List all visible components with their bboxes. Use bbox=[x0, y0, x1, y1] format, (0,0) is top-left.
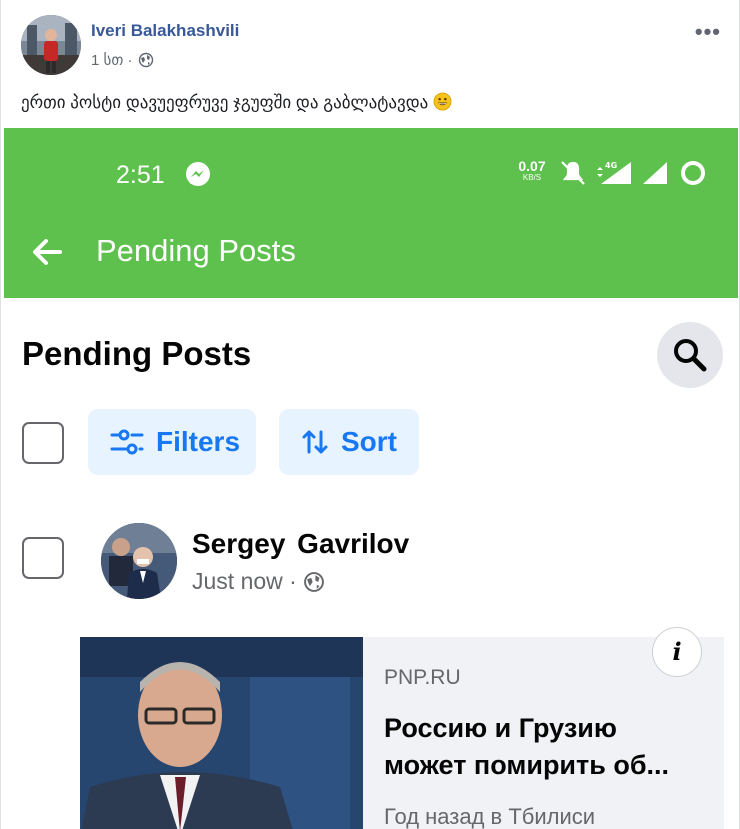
link-description: Год назад в Тбилиси bbox=[384, 804, 596, 829]
info-icon[interactable]: i bbox=[652, 627, 702, 677]
signal-4g-icon: 4G bbox=[597, 161, 631, 184]
link-domain: PNP.RU bbox=[384, 666, 461, 689]
status-time: 2:51 bbox=[116, 161, 165, 189]
filters-button[interactable]: Filters bbox=[88, 409, 256, 475]
post-meta: 1 სთ · bbox=[91, 51, 154, 69]
select-all-checkbox[interactable] bbox=[22, 422, 64, 464]
search-icon bbox=[674, 339, 707, 372]
post-author-name[interactable]: Iveri Balakhashvili bbox=[91, 21, 239, 41]
network-speed-value: 0.07 bbox=[518, 158, 546, 174]
sort-button[interactable]: Sort bbox=[279, 409, 419, 475]
link-preview-card[interactable]: PNP.RU Россию и Грузию может помирить об… bbox=[80, 627, 724, 829]
network-speed: 0.07 KB/S bbox=[514, 159, 550, 182]
post-timestamp[interactable]: 1 სთ · bbox=[91, 51, 133, 69]
author-photo bbox=[21, 15, 81, 75]
attached-screenshot[interactable]: 2:51 0.07 KB/S 4G Pending Posts Pending … bbox=[4, 128, 738, 829]
link-photo bbox=[80, 637, 363, 829]
facebook-post: Iveri Balakhashvili 1 სთ · ••• ერთი პოსტ… bbox=[0, 0, 740, 829]
post-header: Iveri Balakhashvili 1 სთ · ••• bbox=[21, 15, 721, 77]
poster-meta: Just now · bbox=[192, 568, 325, 595]
more-options-icon[interactable]: ••• bbox=[695, 19, 721, 45]
network-speed-unit: KB/S bbox=[522, 173, 542, 182]
search-button[interactable] bbox=[657, 322, 723, 388]
post-select-checkbox[interactable] bbox=[22, 537, 64, 579]
link-preview-image bbox=[80, 637, 363, 829]
status-icons: 4G bbox=[561, 161, 705, 185]
back-arrow-icon[interactable] bbox=[30, 235, 64, 269]
poster-photo bbox=[101, 523, 177, 599]
globe-icon bbox=[138, 52, 153, 68]
smiling-face-emoji-icon bbox=[433, 92, 452, 111]
bell-off-icon bbox=[561, 161, 585, 185]
svg-text:4G: 4G bbox=[605, 161, 617, 170]
poster-avatar[interactable] bbox=[101, 523, 177, 599]
app-header: 2:51 0.07 KB/S 4G Pending Posts bbox=[4, 128, 738, 298]
sort-label: Sort bbox=[341, 426, 397, 457]
author-avatar[interactable] bbox=[21, 15, 81, 75]
poster-timestamp: Just now · bbox=[192, 568, 297, 594]
signal-icon bbox=[643, 162, 667, 184]
filters-label: Filters bbox=[156, 426, 241, 457]
app-bar-title: Pending Posts bbox=[96, 233, 296, 268]
globe-icon bbox=[303, 571, 324, 592]
loading-ring-icon bbox=[681, 161, 705, 185]
poster-name[interactable]: Sergey Gavrilov bbox=[192, 528, 409, 560]
page-title: Pending Posts bbox=[22, 335, 252, 372]
post-message: ერთი პოსტი დავუეფრუვე ჯგუფში და გაბლატავ… bbox=[21, 93, 429, 112]
filters-icon bbox=[110, 429, 144, 455]
messenger-icon bbox=[186, 162, 210, 186]
post-text: ერთი პოსტი დავუეფრუვე ჯგუფში და გაბლატავ… bbox=[21, 92, 452, 113]
sort-arrows-icon bbox=[302, 430, 328, 454]
link-title: Россию и Грузию может помирить об... bbox=[384, 713, 670, 780]
